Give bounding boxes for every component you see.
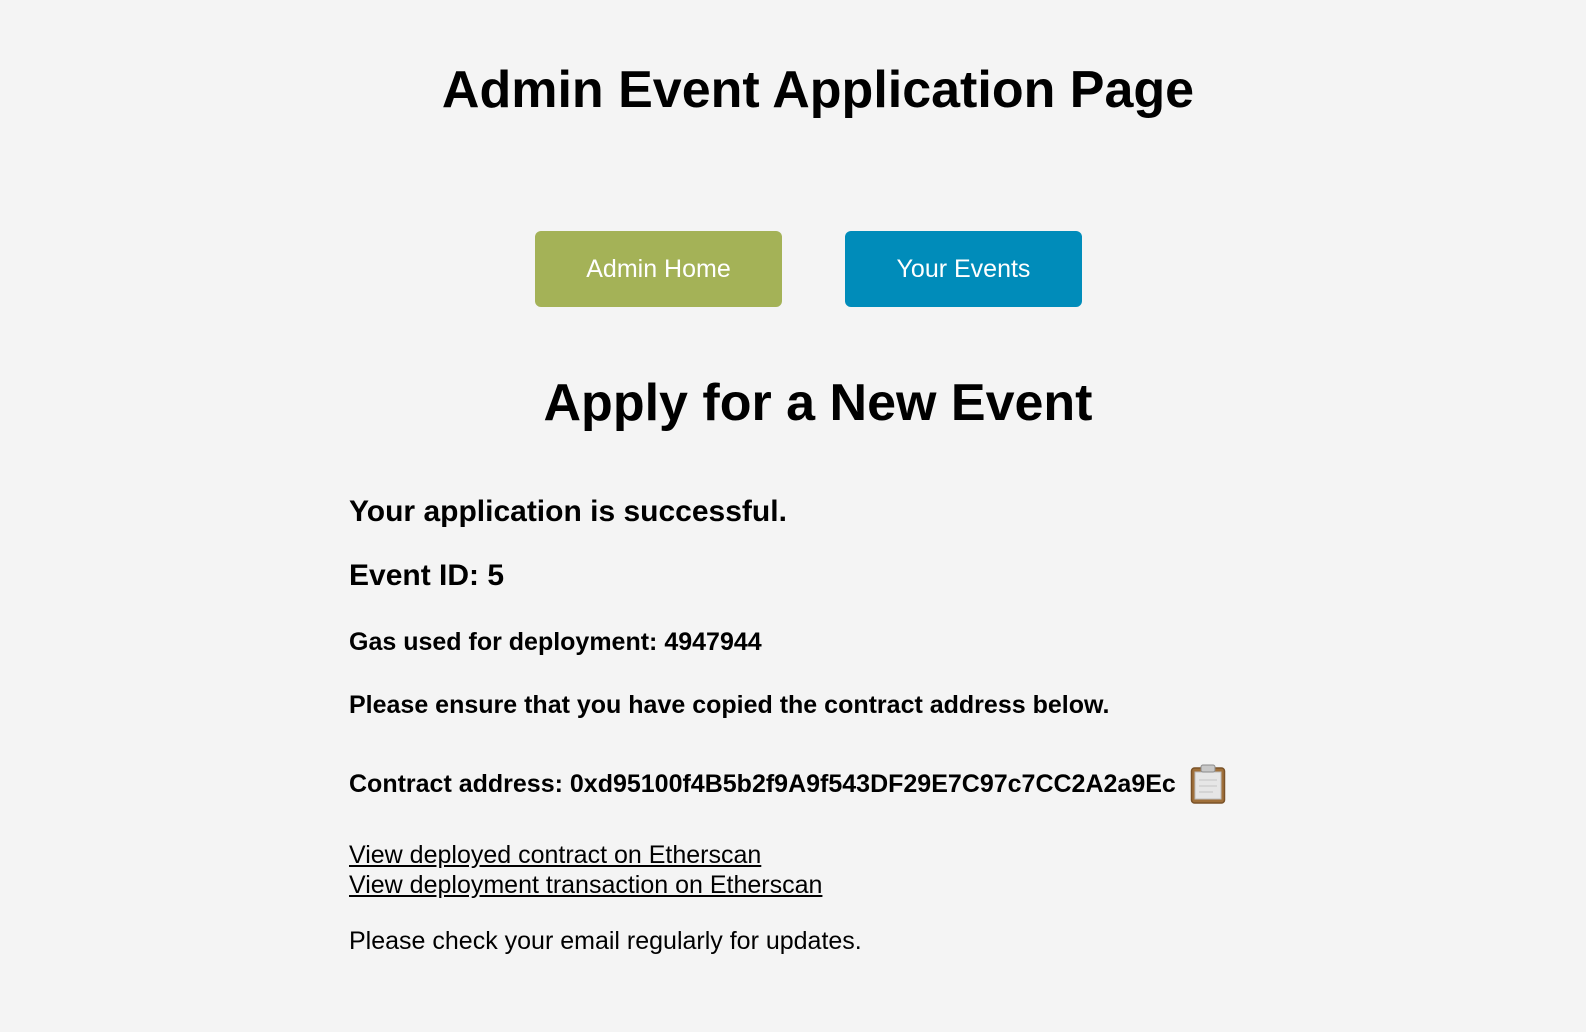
gas-used: Gas used for deployment: 4947944 (349, 628, 762, 656)
email-note: Please check your email regularly for up… (349, 927, 862, 955)
contract-address: Contract address: 0xd95100f4B5b2f9A9f543… (349, 770, 1176, 798)
copy-reminder: Please ensure that you have copied the c… (349, 691, 1110, 719)
your-events-button[interactable]: Your Events (845, 231, 1082, 307)
etherscan-contract-link[interactable]: View deployed contract on Etherscan (349, 840, 761, 870)
page: Admin Event Application Page Admin Home … (0, 0, 1586, 1032)
etherscan-transaction-link[interactable]: View deployment transaction on Etherscan (349, 870, 822, 900)
section-title: Apply for a New Event (543, 374, 1093, 432)
clipboard-icon[interactable] (1190, 764, 1226, 804)
success-message: Your application is successful. (349, 495, 787, 528)
event-id: Event ID: 5 (349, 559, 505, 592)
contract-address-row: Contract address: 0xd95100f4B5b2f9A9f543… (349, 758, 1226, 810)
admin-home-button[interactable]: Admin Home (535, 231, 782, 307)
page-title: Admin Event Application Page (441, 61, 1195, 119)
